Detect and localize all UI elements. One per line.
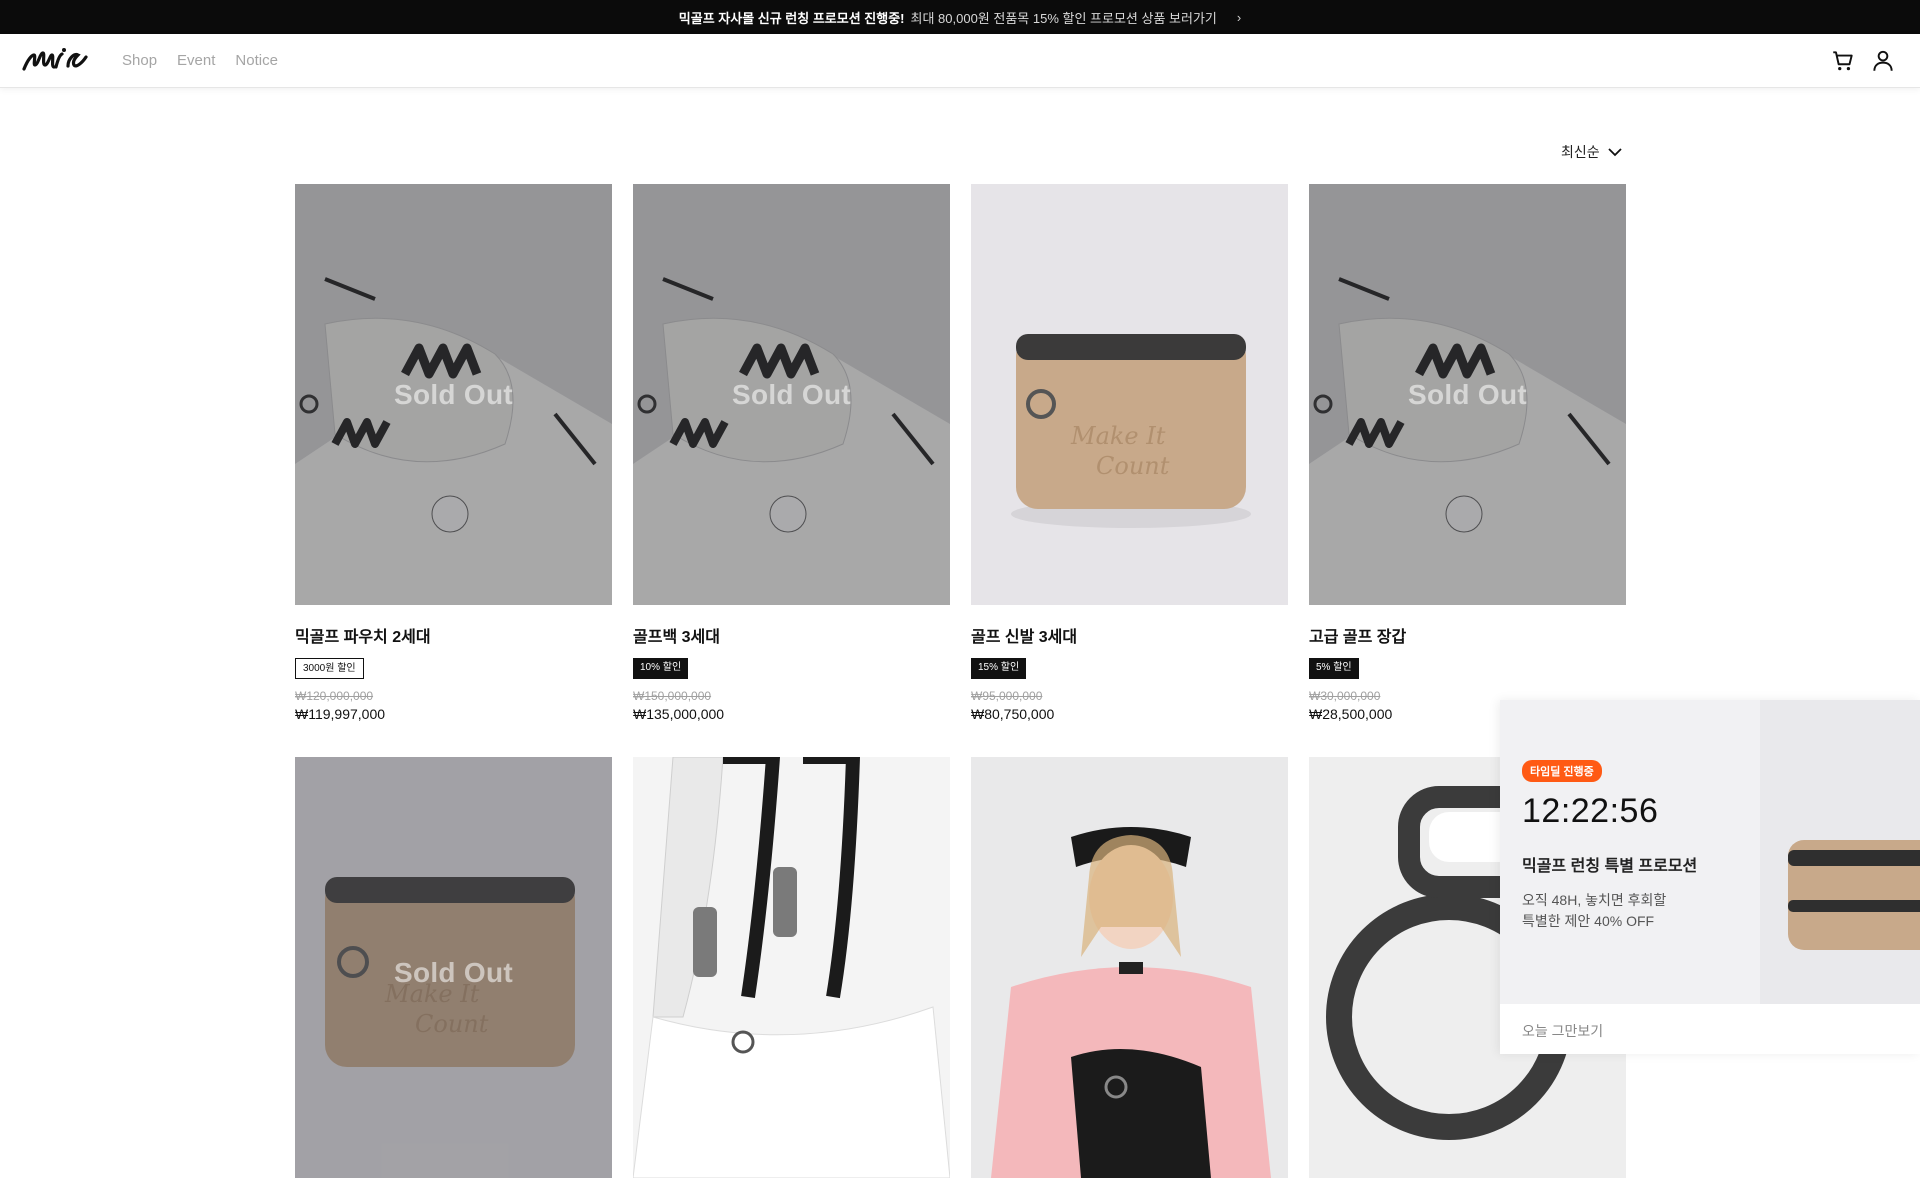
sold-out-overlay: Sold Out — [295, 184, 612, 605]
product-name[interactable]: 고급 골프 장갑 — [1309, 623, 1626, 647]
countdown-timer: 12:22:56 — [1522, 792, 1659, 830]
sold-out-label: Sold Out — [731, 378, 852, 410]
product-card[interactable]: Make It Count 골프 신발 3세대 15% 할인 ₩95,000,0… — [971, 184, 1288, 722]
nav-event[interactable]: Event — [177, 52, 215, 69]
popup-desc-line: 오직 48H, 놓치면 후회할 — [1522, 892, 1667, 908]
promo-banner[interactable]: 믹골프 자사몰 신규 런칭 프로모션 진행중! 최대 80,000원 전품목 1… — [0, 0, 1920, 34]
promo-strong-text: 믹골프 자사몰 신규 런칭 프로모션 진행중! — [678, 10, 905, 26]
sold-out-overlay: Sold Out — [633, 184, 950, 605]
product-image[interactable]: Sold Out — [633, 184, 950, 605]
sold-out-label: Sold Out — [393, 378, 514, 410]
popup-description: 오직 48H, 놓치면 후회할 특별한 제안 40% OFF — [1522, 890, 1666, 932]
product-card[interactable] — [971, 757, 1288, 1178]
popup-title[interactable]: 믹골프 런칭 특별 프로모션 — [1522, 852, 1697, 876]
product-card[interactable]: Sold Out 고급 골프 장갑 5% 할인 ₩30,000,000 ₩28,… — [1309, 184, 1626, 722]
product-card[interactable]: Sold Out 믹골프 파우치 2세대 3000원 할인 ₩120,000,0… — [295, 184, 612, 722]
nav-notice[interactable]: Notice — [235, 52, 278, 69]
chevron-down-icon — [1608, 148, 1622, 157]
sort-dropdown[interactable]: 최신순 — [1561, 142, 1622, 162]
product-name[interactable]: 골프 신발 3세대 — [971, 623, 1288, 647]
product-image[interactable] — [971, 757, 1288, 1178]
product-image[interactable]: Make It Count Sold Out — [295, 757, 612, 1178]
original-price: ₩120,000,000 — [295, 689, 374, 703]
discount-badge: 5% 할인 — [1309, 658, 1359, 679]
promo-text: 최대 80,000원 전품목 15% 할인 프로모션 상품 보러가기 — [910, 10, 1217, 26]
product-image[interactable] — [633, 757, 950, 1178]
nav-shop[interactable]: Shop — [122, 52, 157, 69]
product-image[interactable]: Sold Out — [295, 184, 612, 605]
timedeal-badge: 타임딜 진행중 — [1522, 760, 1602, 782]
site-header: Shop Event Notice — [0, 34, 1920, 88]
white-bag-zipper-image — [633, 757, 950, 1178]
original-price: ₩150,000,000 — [633, 689, 712, 703]
sold-out-overlay: Sold Out — [295, 757, 612, 1178]
sold-out-label: Sold Out — [393, 957, 514, 988]
product-card[interactable]: Sold Out 골프백 3세대 10% 할인 ₩150,000,000 ₩13… — [633, 184, 950, 722]
header-icons — [1830, 48, 1896, 74]
sale-price: ₩119,997,000 — [295, 706, 386, 722]
pouch-product-image — [1760, 700, 1920, 1004]
svg-text:Make It: Make It — [1070, 422, 1166, 450]
popup-content: 타임딜 진행중 12:22:56 믹골프 런칭 특별 프로모션 오직 48H, … — [1500, 700, 1760, 1004]
sold-out-label: Sold Out — [1407, 378, 1528, 410]
tan-pouch-image: Make It Count — [971, 184, 1288, 605]
popup-footer: 오늘 그만보기 — [1500, 1004, 1920, 1054]
popup-image[interactable] — [1760, 700, 1920, 1004]
user-icon[interactable] — [1870, 48, 1896, 74]
product-name[interactable]: 골프백 3세대 — [633, 623, 950, 647]
timedeal-popup: 타임딜 진행중 12:22:56 믹골프 런칭 특별 프로모션 오직 48H, … — [1500, 700, 1920, 1054]
product-image[interactable]: Make It Count — [971, 184, 1288, 605]
main-nav: Shop Event Notice — [122, 52, 278, 69]
dismiss-today-button[interactable]: 오늘 그만보기 — [1522, 1021, 1603, 1041]
mic-logo-icon[interactable] — [22, 45, 88, 75]
product-name[interactable]: 믹골프 파우치 2세대 — [295, 623, 612, 647]
discount-badge: 10% 할인 — [633, 658, 689, 679]
product-card[interactable] — [633, 757, 950, 1178]
discount-badge: 15% 할인 — [971, 658, 1027, 679]
chevron-right-icon[interactable]: › — [1237, 10, 1241, 25]
product-card[interactable]: Make It Count Sold Out — [295, 757, 612, 1178]
sale-price: ₩80,750,000 — [971, 706, 1055, 722]
original-price: ₩95,000,000 — [971, 689, 1043, 703]
svg-text:Count: Count — [1096, 452, 1170, 480]
sold-out-overlay: Sold Out — [1309, 184, 1626, 605]
product-image[interactable]: Sold Out — [1309, 184, 1626, 605]
sort-label: 최신순 — [1561, 144, 1600, 160]
discount-badge: 3000원 할인 — [295, 658, 364, 679]
woman-pink-polo-image — [971, 757, 1288, 1178]
popup-desc-line: 특별한 제안 40% OFF — [1522, 913, 1655, 929]
cart-icon[interactable] — [1830, 48, 1856, 74]
sale-price: ₩135,000,000 — [633, 706, 725, 722]
